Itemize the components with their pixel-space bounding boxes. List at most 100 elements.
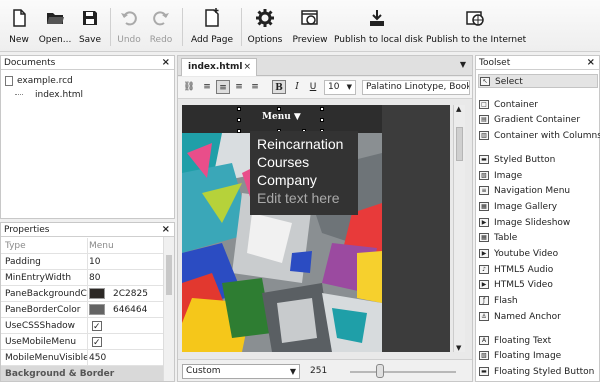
tool-floating-image[interactable]: ▧ Floating Image [478, 349, 598, 363]
scrollbar-thumb[interactable] [166, 255, 172, 295]
new-document-icon [13, 9, 26, 27]
tool-gradient-container[interactable]: ▤ Gradient Container [478, 113, 598, 127]
underline-icon[interactable]: U [306, 80, 320, 94]
zoom-slider-track[interactable] [350, 371, 456, 373]
scroll-up-icon[interactable]: ▲ [456, 105, 461, 113]
publish-globe-icon [466, 11, 484, 26]
image-icon: ▧ [479, 170, 489, 180]
use-mobile-menu-checkbox[interactable] [92, 335, 102, 351]
toolset-panel-header: Toolset × [476, 56, 599, 70]
selection-handle[interactable] [320, 118, 324, 122]
menu-bar-block[interactable]: Menu ▼ [182, 105, 382, 133]
align-justify-icon[interactable]: ≡ [248, 80, 262, 94]
tool-floating-text[interactable]: A Floating Text [478, 334, 598, 348]
download-disk-icon [370, 10, 384, 26]
tab-index-html[interactable]: index.html × [181, 58, 257, 76]
property-row[interactable]: UseCSSShadow [1, 318, 164, 335]
save-disk-icon [83, 11, 97, 25]
publish-internet-button[interactable]: Publish to the Internet [426, 0, 526, 52]
editor-tab-bar: index.html × ▼ [178, 56, 472, 76]
tool-styled-button[interactable]: ▬ Styled Button [478, 153, 598, 167]
color-swatch[interactable] [89, 288, 105, 299]
documents-close-icon[interactable]: × [162, 56, 170, 70]
save-button[interactable]: Save [76, 0, 104, 52]
new-button[interactable]: New [2, 0, 36, 52]
publish-local-button[interactable]: Publish to local disk [334, 0, 423, 52]
dropdown-item[interactable]: Reincarnation [257, 135, 358, 153]
menu-button[interactable]: Menu ▼ [262, 112, 301, 122]
tool-container[interactable]: □ Container [478, 98, 598, 112]
tree-item-example-rcd[interactable]: example.rcd [5, 74, 73, 88]
property-section-header[interactable]: Background & Border [1, 366, 164, 381]
property-row[interactable]: PaneBorderColor 646464 [1, 302, 164, 318]
redo-button[interactable]: Redo [146, 0, 176, 52]
link-icon[interactable]: ⛓ [182, 80, 196, 94]
dropdown-item[interactable]: Company [257, 171, 358, 189]
align-right-icon[interactable]: ≡ [232, 80, 246, 94]
font-size-select[interactable]: 10 ▼ [324, 80, 356, 95]
tool-navigation-menu[interactable]: ≡ Navigation Menu [478, 184, 598, 198]
floating-image-icon: ▧ [479, 351, 489, 361]
tool-label: Select [495, 77, 523, 87]
tool-label: Styled Button [494, 154, 556, 165]
tool-label: Gradient Container [494, 115, 581, 126]
selection-handle[interactable] [320, 107, 324, 111]
dropdown-item[interactable]: Courses [257, 153, 358, 171]
align-center-icon[interactable]: ≡ [216, 80, 230, 94]
undo-button[interactable]: Undo [114, 0, 144, 52]
scroll-down-icon[interactable]: ▼ [456, 344, 461, 352]
tool-flash[interactable]: ƒ Flash [478, 294, 598, 308]
toolset-close-icon[interactable]: × [587, 56, 595, 70]
tool-html5-audio[interactable]: ♪ HTML5 Audio [478, 263, 598, 277]
tool-container-with-columns[interactable]: ▥ Container with Columns [478, 129, 600, 143]
add-page-button[interactable]: Add Page [188, 0, 236, 52]
zoom-mode-select[interactable]: Custom ▼ [182, 364, 300, 379]
tool-youtube-video[interactable]: ▶ Youtube Video [478, 247, 598, 261]
documents-panel-header: Documents × [1, 56, 174, 70]
tool-floating-styled-button[interactable]: ▬ Floating Styled Button [478, 365, 598, 379]
color-swatch[interactable] [89, 304, 105, 315]
open-button[interactable]: Open... [36, 0, 74, 52]
tool-named-anchor[interactable]: ⚓ Named Anchor [478, 310, 598, 324]
tab-close-icon[interactable]: × [243, 59, 251, 75]
use-css-shadow-checkbox[interactable] [92, 319, 102, 335]
property-row[interactable]: UseMobileMenu [1, 334, 164, 351]
canvas-vertical-scrollbar[interactable]: ▲ ▼ [453, 105, 465, 352]
selection-handle[interactable] [237, 107, 241, 111]
tool-image[interactable]: ▧ Image [478, 169, 598, 183]
tree-item-index-html[interactable]: index.html [15, 88, 83, 102]
property-row[interactable]: PaneBackgroundCo 2C2825 [1, 286, 164, 302]
properties-scrollbar[interactable] [163, 237, 174, 381]
floating-styled-button-icon: ▬ [479, 366, 489, 376]
bold-icon[interactable]: B [272, 80, 286, 94]
options-button[interactable]: Options [246, 0, 284, 52]
zoom-slider-thumb[interactable] [375, 364, 384, 378]
file-icon [5, 75, 13, 86]
add-page-icon [205, 8, 219, 27]
property-row[interactable]: Padding 10 [1, 254, 164, 270]
font-family-select[interactable]: Palatino Linotype, Book [362, 80, 470, 95]
tool-image-gallery[interactable]: ▦ Image Gallery [478, 200, 598, 214]
align-left-icon[interactable]: ≡ [200, 80, 214, 94]
tool-image-slideshow[interactable]: ▶ Image Slideshow [478, 216, 598, 230]
italic-icon[interactable]: I [290, 80, 304, 94]
selection-handle[interactable] [237, 118, 241, 122]
gradient-container-icon: ▤ [479, 115, 489, 125]
tool-select[interactable]: ↖ Select [478, 74, 598, 88]
tool-table[interactable]: ▦ Table [478, 231, 598, 245]
tool-label: Named Anchor [494, 311, 561, 322]
property-row[interactable]: MinEntryWidth 80 [1, 270, 164, 286]
selection-handle[interactable] [277, 107, 281, 111]
tool-label: Table [494, 233, 518, 244]
tab-list-dropdown-icon[interactable]: ▼ [460, 60, 466, 69]
property-row[interactable]: MobileMenuVisible 450 [1, 350, 164, 366]
selection-handle[interactable] [237, 129, 241, 133]
tool-label: Floating Image [494, 351, 562, 362]
menu-dropdown-pane[interactable]: Reincarnation Courses Company Edit text … [250, 131, 358, 215]
design-canvas[interactable]: Menu ▼ Reincarnation Courses Company Edi… [182, 105, 450, 352]
preview-button[interactable]: Preview [290, 0, 330, 52]
properties-close-icon[interactable]: × [162, 223, 170, 237]
tool-html5-video[interactable]: ▶ HTML5 Video [478, 278, 598, 292]
scrollbar-thumb[interactable] [456, 127, 463, 161]
dropdown-placeholder[interactable]: Edit text here [257, 189, 358, 207]
